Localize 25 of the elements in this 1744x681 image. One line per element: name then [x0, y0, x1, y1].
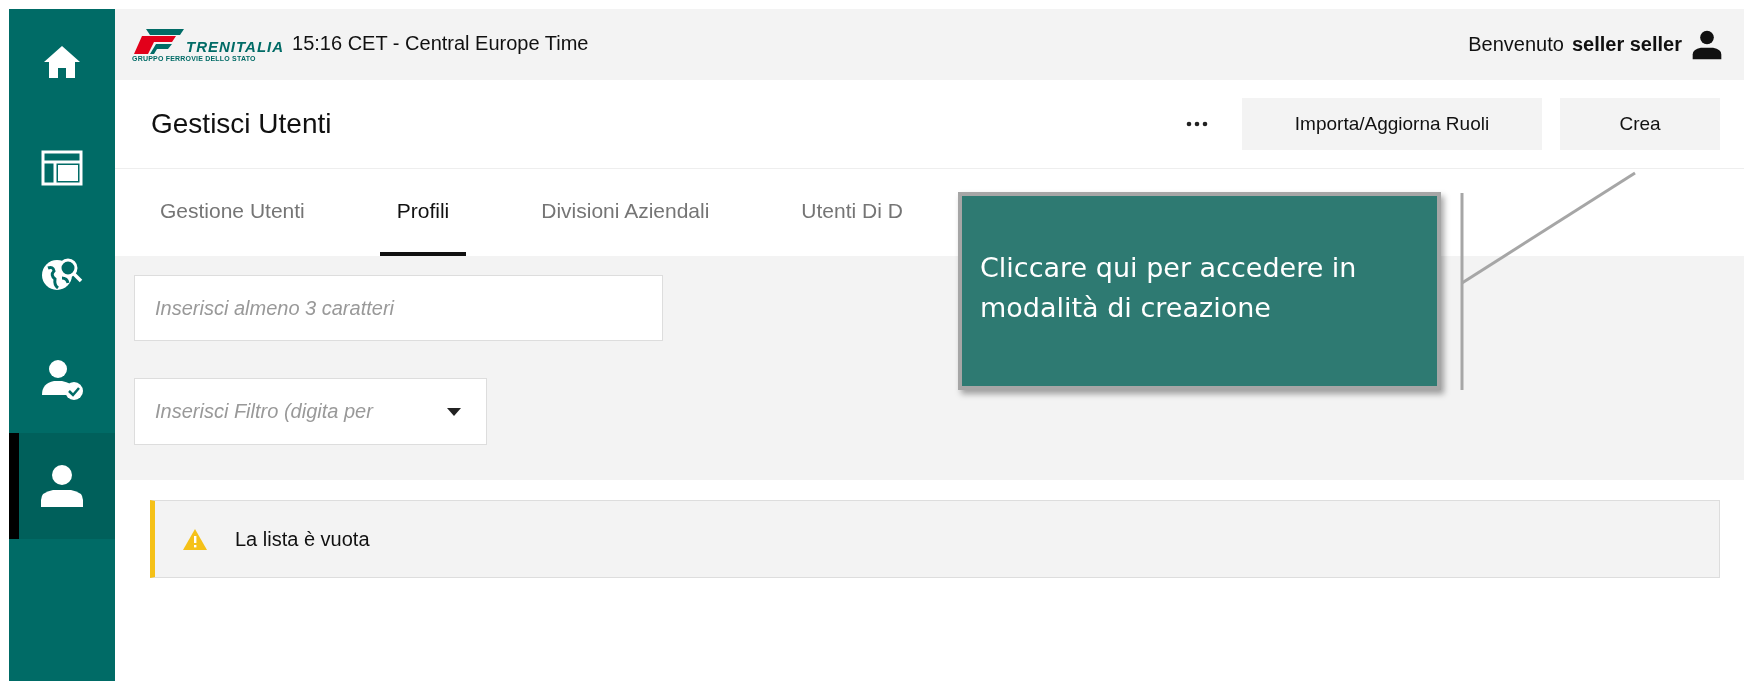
layout-icon — [41, 150, 83, 186]
sidebar-item[interactable] — [9, 433, 115, 539]
more-icon[interactable] — [1186, 121, 1208, 127]
page-title: Gestisci Utenti — [151, 108, 332, 140]
welcome-label: Benvenuto — [1468, 33, 1564, 56]
logo-mark-icon — [132, 27, 184, 55]
tab[interactable]: Gestione Utenti — [143, 169, 322, 256]
tab[interactable]: Utenti Di D — [784, 169, 920, 256]
tab[interactable]: Divisioni Aziendali — [524, 169, 727, 256]
globe-search-icon — [40, 256, 84, 292]
caret-icon — [447, 408, 461, 416]
filter-dropdown[interactable]: Inserisci Filtro (digita per — [134, 378, 487, 445]
alert-message: La lista è vuota — [235, 527, 370, 551]
user-name: seller seller — [1571, 33, 1682, 56]
user-icon — [40, 464, 84, 508]
logo-wordmark: TRENITALIA — [186, 38, 285, 55]
time-label: 15:16 CET - Central Europe Time — [292, 32, 589, 55]
user-check-icon — [40, 359, 84, 401]
search-field[interactable]: Inserisci almeno 3 caratteri — [134, 275, 663, 341]
warning-icon — [183, 528, 207, 550]
home-icon — [43, 45, 81, 79]
user-icon[interactable] — [1692, 29, 1722, 60]
import-button[interactable]: Importa/Aggiorna Ruoli — [1242, 98, 1542, 150]
callout-text: Cliccare qui per accedere in modalità di creazione — [980, 251, 1358, 325]
create-button[interactable]: Crea — [1560, 98, 1720, 150]
